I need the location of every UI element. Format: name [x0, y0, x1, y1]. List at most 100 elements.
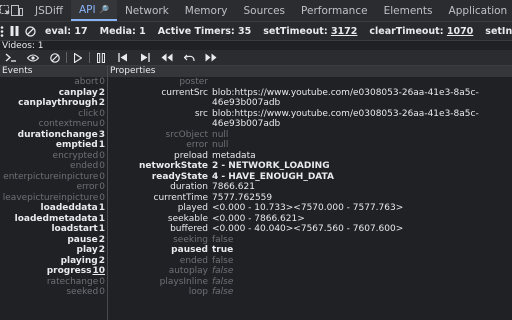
event-count: 0	[99, 150, 105, 161]
event-name: abort	[74, 77, 99, 87]
property-value: 2 - NETWORK_LOADING	[212, 161, 330, 171]
properties-list: poster currentSrc blob:https://www.youtube…	[108, 77, 512, 298]
property-row-networkstate: networkState 2 - NETWORK_LOADING	[108, 161, 512, 172]
event-name: playing	[60, 255, 98, 266]
event-name: seeked	[66, 287, 99, 297]
property-value: false	[212, 276, 234, 287]
property-row-ended: ended false	[108, 256, 512, 267]
tab-label: Sources	[243, 4, 286, 17]
event-count: 0	[99, 287, 105, 297]
clear-icon[interactable]	[25, 22, 36, 40]
event-name: encrypted	[52, 150, 99, 161]
eye-icon[interactable]	[22, 50, 44, 66]
pause-media-icon[interactable]	[90, 50, 112, 66]
skip-forward-icon[interactable]	[134, 50, 156, 66]
event-count: 0	[99, 182, 105, 192]
tab-memory[interactable]: Memory	[177, 0, 236, 21]
property-key: buffered	[170, 224, 208, 234]
event-count: 1	[98, 213, 105, 224]
event-row-ended: ended0	[0, 161, 107, 172]
property-row-loop: loop false	[108, 287, 512, 298]
property-value: <0.000 - 40.040><7567.560 - 7607.600>	[212, 224, 404, 234]
event-row-error: error0	[0, 182, 107, 193]
tab-api[interactable]: API 🔎	[71, 0, 117, 21]
eval-value: 17	[74, 25, 88, 37]
property-value: 7577.762559	[212, 192, 273, 203]
property-key: srcObject	[165, 129, 208, 140]
tab-application[interactable]: Application	[441, 0, 512, 21]
cleartimeout-label: clearTimeout:	[369, 25, 444, 37]
media-label: Media:	[99, 25, 136, 37]
property-row-played: played <0.000 - 10.733><7570.000 - 7577.7…	[108, 203, 512, 214]
event-row-durationchange: durationchange3	[0, 130, 107, 141]
property-value: true	[212, 245, 234, 255]
event-count: 2	[98, 234, 105, 245]
event-row-encrypted: encrypted0	[0, 151, 107, 162]
property-key: ended	[179, 255, 208, 266]
console-prompt-icon[interactable]	[0, 50, 22, 66]
event-name: enterpictureinpicture	[3, 171, 99, 182]
property-value: null	[212, 140, 229, 150]
property-value: false	[212, 287, 234, 297]
event-count: 3	[98, 129, 105, 140]
property-key: preload	[174, 150, 208, 161]
tab-elements[interactable]: Elements	[376, 0, 441, 21]
settimeout-value[interactable]: 3172	[331, 26, 357, 37]
property-row-currentsrc: currentSrc blob:https://www.youtube.com/e…	[108, 88, 512, 109]
event-row-loadeddata: loadeddata1	[0, 203, 107, 214]
setinterval-label: setInterval:	[485, 25, 512, 37]
cleartimeout-value[interactable]: 1070	[447, 26, 473, 37]
inspect-element-icon[interactable]	[0, 0, 11, 21]
tab-performance[interactable]: Performance	[293, 0, 376, 21]
settimeout-counter: setTimeout: 3172	[260, 26, 360, 37]
media-value: 1	[139, 25, 146, 37]
tab-jsdiff[interactable]: JSDiff	[27, 0, 71, 21]
tab-network[interactable]: Network	[117, 0, 177, 21]
timers-label: Active Timers:	[157, 25, 235, 37]
property-value: blob:https://www.youtube.com/e0308053-26…	[212, 108, 479, 130]
event-row-pause: pause2	[0, 235, 107, 246]
event-name: click	[78, 108, 99, 119]
rewind-icon[interactable]	[156, 50, 178, 66]
property-key: playsInline	[159, 276, 208, 287]
event-row-emptied: emptied1	[0, 140, 107, 151]
property-row-src: src blob:https://www.youtube.com/e0308053…	[108, 109, 512, 130]
event-row-abort: abort0	[0, 77, 107, 88]
property-key: duration	[170, 182, 208, 192]
event-name: canplaythrough	[18, 98, 98, 108]
tab-sources[interactable]: Sources	[235, 0, 293, 21]
event-row-contextmenu: contextmenu0	[0, 119, 107, 130]
property-key: networkState	[139, 161, 208, 171]
timers-value: 35	[238, 25, 252, 37]
events-list: abort0 canplay2 canplaythrough2 click0 conte…	[0, 77, 107, 298]
fast-forward-icon[interactable]	[200, 50, 222, 66]
setinterval-counter: setInterval: 10	[482, 26, 512, 37]
property-row-seeking: seeking false	[108, 235, 512, 246]
event-row-enterpictureinpicture: enterpictureinpicture0	[0, 172, 107, 183]
tab-label: JSDiff	[35, 4, 63, 17]
event-count: 0	[99, 161, 105, 171]
property-row-currenttime: currentTime 7577.762559	[108, 193, 512, 204]
more-options-icon[interactable]	[0, 22, 4, 40]
device-toolbar-icon[interactable]	[11, 0, 23, 21]
media-counter: Media: 1	[97, 26, 149, 37]
event-name: ratechange	[46, 276, 99, 287]
event-row-play: play2	[0, 245, 107, 256]
event-name: canplay	[58, 87, 98, 98]
panel-headers: Events Properties	[0, 66, 512, 77]
property-key: error	[186, 140, 208, 150]
play-icon[interactable]	[67, 50, 89, 66]
skip-back-icon[interactable]	[112, 50, 134, 66]
undo-icon[interactable]	[178, 50, 200, 66]
event-count: 0	[99, 77, 105, 87]
stop-icon[interactable]	[44, 50, 66, 66]
property-row-playsinline: playsInline false	[108, 277, 512, 288]
property-row-poster: poster	[108, 77, 512, 88]
cleartimeout-counter: clearTimeout: 1070	[366, 26, 476, 37]
event-count: 2	[98, 98, 105, 108]
tab-label: Elements	[383, 4, 433, 17]
event-count: 1	[98, 224, 105, 234]
event-row-canplay: canplay2	[0, 88, 107, 99]
event-name: loadedmetadata	[14, 213, 98, 224]
pause-icon[interactable]	[10, 22, 19, 40]
